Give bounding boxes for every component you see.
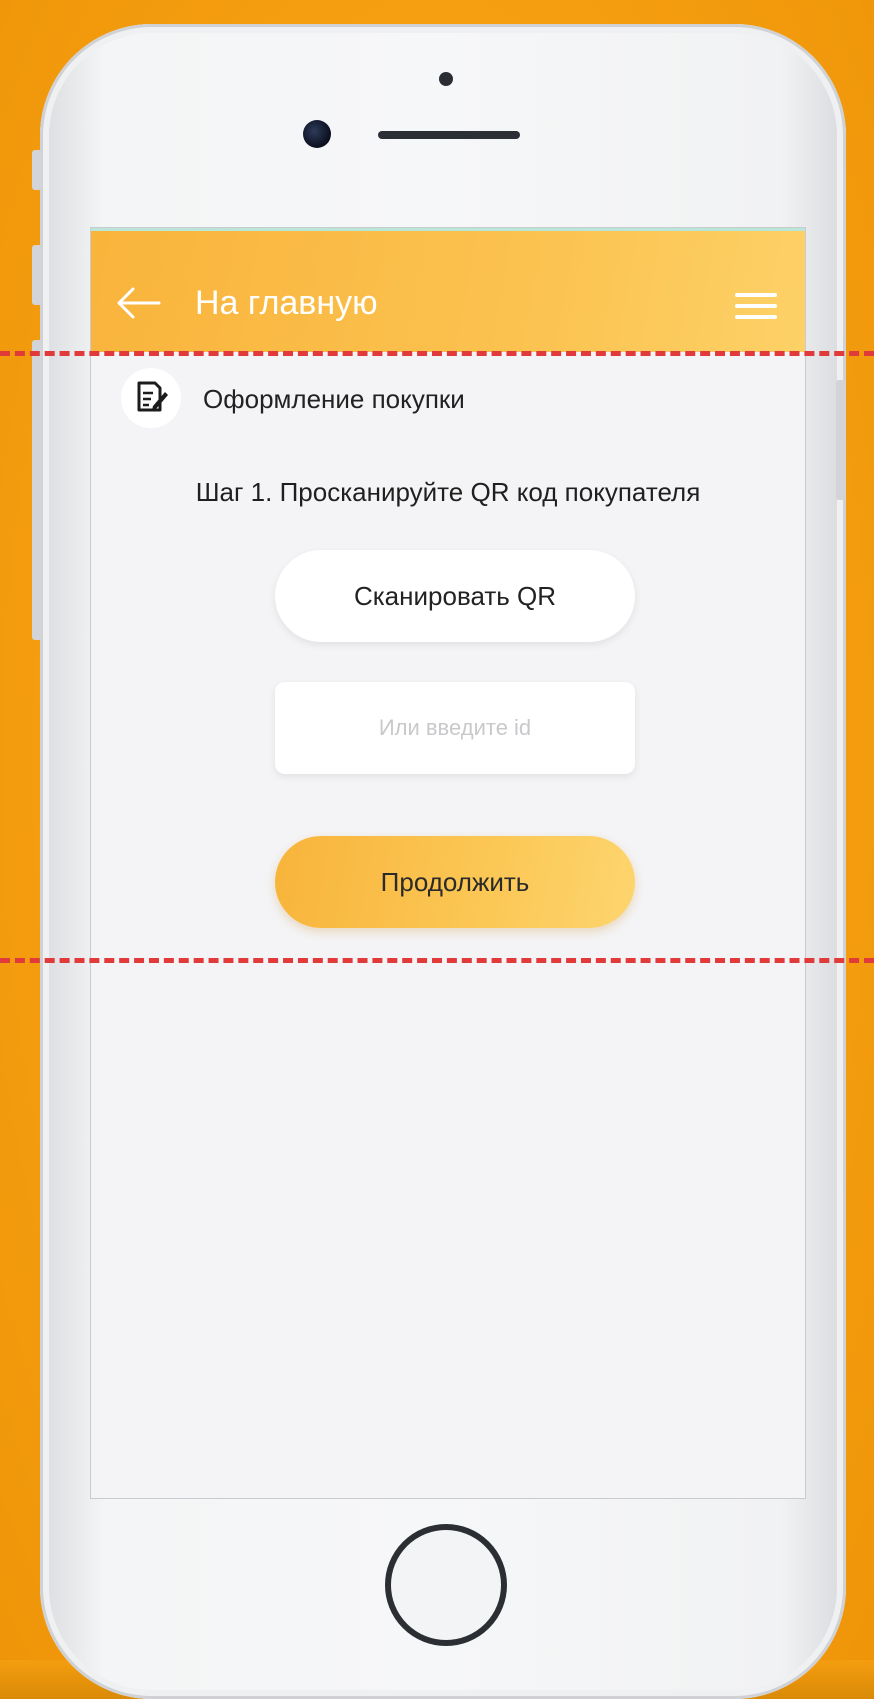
front-camera (303, 120, 331, 148)
phone-volume-up (32, 245, 42, 305)
scan-qr-button[interactable]: Сканировать QR (275, 550, 635, 642)
home-button[interactable] (385, 1524, 507, 1646)
document-edit-icon (137, 381, 168, 412)
step-instruction: Шаг 1. Просканируйте QR код покупателя (195, 477, 701, 507)
phone-volume-down (32, 340, 42, 640)
highlight-dashed-line-top (0, 351, 874, 356)
continue-button[interactable]: Продолжить (275, 836, 635, 928)
section-header: Оформление покупки (121, 368, 721, 428)
arrow-left-icon[interactable] (115, 285, 161, 321)
back-to-home-link[interactable]: На главную (195, 283, 378, 323)
highlight-dashed-line-bottom (0, 958, 874, 963)
section-icon-badge (121, 368, 181, 428)
app-bar: На главную (91, 228, 805, 352)
phone-power-button (836, 380, 846, 500)
section-title: Оформление покупки (203, 384, 465, 414)
proximity-sensor (439, 72, 453, 86)
hamburger-menu-icon[interactable] (735, 291, 777, 321)
phone-mute-switch (32, 150, 42, 190)
app-screen: На главную Оформление покупки Шаг 1. Про… (90, 227, 806, 1499)
id-input[interactable] (275, 682, 635, 774)
earpiece-speaker (378, 131, 520, 139)
